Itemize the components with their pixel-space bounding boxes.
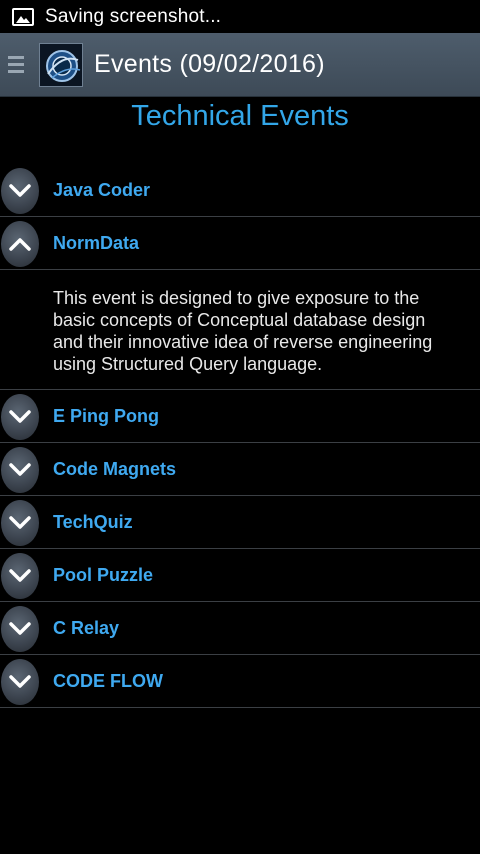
event-label: CODE FLOW: [53, 670, 163, 691]
app-logo-icon[interactable]: [39, 42, 83, 87]
event-label: TechQuiz: [53, 511, 133, 532]
action-bar: Events (09/02/2016): [0, 33, 480, 97]
event-description: This event is designed to give exposure …: [0, 270, 480, 390]
picture-icon: [12, 7, 34, 26]
chevron-down-icon[interactable]: [1, 659, 39, 705]
event-item-java-coder[interactable]: Java Coder: [0, 164, 480, 217]
status-bar: Saving screenshot...: [0, 0, 480, 33]
chevron-down-icon[interactable]: [1, 447, 39, 493]
event-label: Code Magnets: [53, 458, 177, 479]
event-label: Java Coder: [53, 179, 151, 200]
chevron-down-icon[interactable]: [1, 168, 39, 214]
event-label: Pool Puzzle: [53, 564, 154, 585]
event-label: NormData: [53, 232, 140, 253]
screen-title: Events (09/02/2016): [94, 50, 325, 78]
event-item-pool-puzzle[interactable]: Pool Puzzle: [0, 549, 480, 602]
chevron-down-icon[interactable]: [1, 500, 39, 546]
event-item-code-magnets[interactable]: Code Magnets: [0, 443, 480, 496]
chevron-down-icon[interactable]: [1, 394, 39, 440]
event-item-e-ping-pong[interactable]: E Ping Pong: [0, 390, 480, 443]
event-item-normdata[interactable]: NormData: [0, 217, 480, 270]
event-label: E Ping Pong: [53, 405, 159, 426]
status-text: Saving screenshot...: [45, 5, 222, 27]
chevron-up-icon[interactable]: [1, 221, 39, 267]
page-heading: Technical Events: [131, 100, 349, 132]
event-item-techquiz[interactable]: TechQuiz: [0, 496, 480, 549]
event-item-code-flow[interactable]: CODE FLOW: [0, 655, 480, 708]
event-item-c-relay[interactable]: C Relay: [0, 602, 480, 655]
chevron-down-icon[interactable]: [1, 606, 39, 652]
hamburger-icon[interactable]: [8, 56, 24, 73]
event-label: C Relay: [53, 617, 120, 638]
chevron-down-icon[interactable]: [1, 553, 39, 599]
event-list: Java Coder NormData This event is design…: [0, 164, 480, 708]
